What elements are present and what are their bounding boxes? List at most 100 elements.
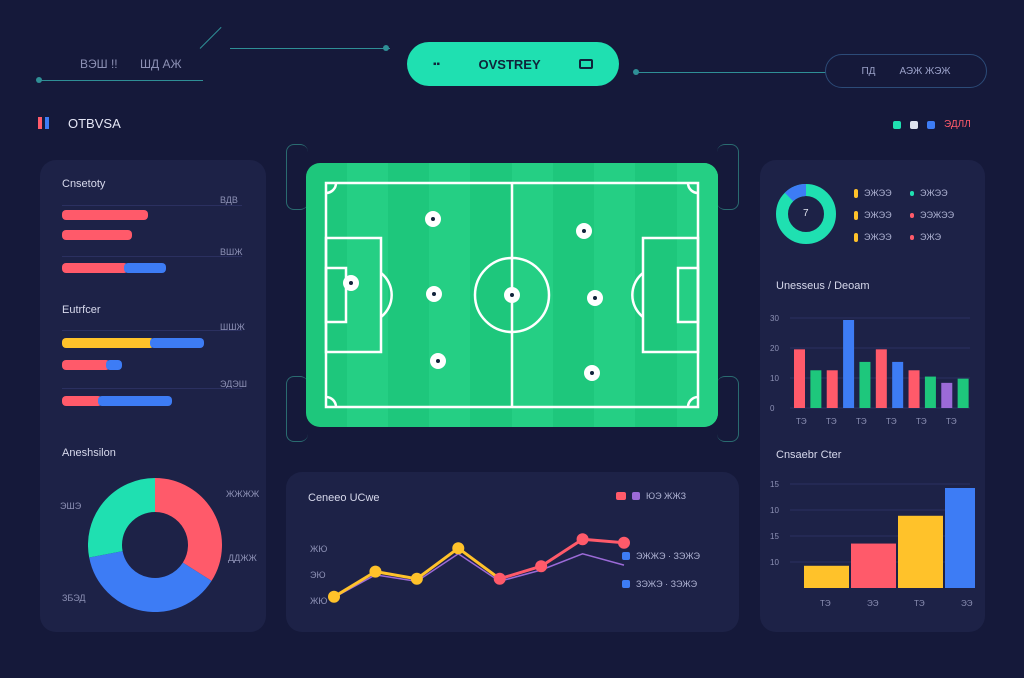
right-legend: ЭЖЭЭ ЭЖЭЭ ЭЖЭЭ ЭЭЖЭЭ ЭЖЭЭ ЭЖЭ [854,188,954,242]
line-point[interactable] [493,572,506,585]
legend-swatch [910,190,914,196]
divider [62,205,242,206]
overview-label: OVSTREY [478,56,541,72]
window-icon [579,59,593,69]
player-marker[interactable] [425,211,441,227]
bar-4 [62,338,242,348]
y-tick: ЭЮ [310,570,326,580]
line-point[interactable] [576,533,589,546]
bar[interactable] [945,488,975,588]
legend-text: ЭЖЭЭ [920,188,948,198]
bar[interactable] [892,361,904,408]
header-dot-left [36,77,42,83]
line-point[interactable] [535,560,548,573]
legend-text: ЭЖЭЭ [864,210,892,220]
line-series-segment [457,546,501,581]
y-tick-label: 15 [770,532,779,541]
donut-label-right-mid: ДДЖЖ [228,553,257,563]
y-tick: ЖЮ [310,544,328,554]
x-tick-label: ТЭ [914,599,925,608]
x-tick-label: ТЭ [820,599,831,608]
x-tick-label: ЭЭ [961,599,973,608]
bar[interactable] [826,370,838,408]
section1-v1: ВДВ [220,195,238,205]
player-marker[interactable] [584,365,600,381]
bar[interactable] [859,361,871,408]
button-left-icon: ▪▪ [433,58,441,70]
brand-logo-icon [38,117,42,129]
overview-button[interactable]: ▪▪ OVSTREY [407,42,619,86]
line-point[interactable] [328,590,340,603]
soccer-field[interactable] [306,163,718,427]
divider [62,256,242,257]
bracket-br [717,376,739,442]
y-tick-label: 15 [770,480,779,489]
bar[interactable] [875,349,887,408]
left-donut-chart [88,478,222,612]
y-tick: ЖЮ [310,596,328,606]
player-marker[interactable] [504,287,520,303]
section3-title: Aneshsilon [62,447,116,459]
legend-swatch [910,212,914,218]
section2-title: Eutrfcer [62,304,101,316]
bar[interactable] [804,565,849,588]
donut-slice [89,550,212,612]
bar-5 [62,360,242,370]
player-marker[interactable] [587,290,603,306]
bar[interactable] [941,382,953,408]
header-dot-right-2 [633,69,639,75]
bracket-bl [286,376,308,442]
player-marker[interactable] [430,353,446,369]
bar-chart-1: 30 20 10 0 ТЭ ТЭ ТЭ ТЭ ТЭ ТЭ [770,314,970,426]
bar-3 [62,263,242,273]
donut-slice [154,478,222,581]
line-point[interactable] [618,536,630,549]
header-label-b: ШД АЖ [140,57,182,71]
bar[interactable] [898,515,943,588]
line-chart-title: Ceneeo UCwe [308,492,380,504]
small-donut-label: 7 [803,208,809,219]
divider [62,330,242,331]
header-right-pill[interactable]: ПД АЭЖ ЖЭЖ [825,54,987,88]
player-marker[interactable] [426,286,442,302]
header-right-b: АЭЖ ЖЭЖ [899,65,951,77]
x-tick-label: ТЭ [796,417,807,426]
header-label-a: ВЭШ !! [80,57,118,71]
player-marker[interactable] [576,223,592,239]
divider [62,388,242,389]
bar1-title: Unesseus / Deoam [776,280,870,292]
y-tick-label: 20 [770,344,779,353]
header-line-right [636,72,826,73]
bar[interactable] [908,370,920,408]
player-marker[interactable] [343,275,359,291]
x-tick-label: ЭЭ [867,599,879,608]
donut-slice [88,478,156,558]
legend-swatch [854,210,858,220]
bar[interactable] [810,370,822,408]
bar[interactable] [957,378,969,408]
bar-chart-2: 15 10 15 10 ТЭ ЭЭ ТЭ ЭЭ [770,480,975,608]
legend-purple [632,492,640,500]
bar[interactable] [843,320,855,408]
line-legend-top: ЮЭ ЖЖЗ [616,491,686,501]
legend-top-text: ЮЭ ЖЖЗ [646,491,687,501]
y-tick-label: 10 [770,506,779,515]
line-point[interactable] [410,572,423,585]
x-tick-label: ТЭ [856,417,867,426]
bar[interactable] [851,543,896,588]
line-chart-panel: Ceneeo UCwe ЮЭ ЖЖЗ ЭЖЖЭ · ЗЭЖЭ ЗЭЖЭ · ЗЭ… [286,472,739,632]
bar[interactable] [924,376,936,408]
header-dot-right [383,45,389,51]
bar2-title: Cnsaebr Cter [776,449,842,461]
legend-row: ЭЖЭЭ ЭЭЖЭЭ [854,210,954,220]
x-tick-label: ТЭ [826,417,837,426]
x-tick-label: ТЭ [886,417,897,426]
legend-white [910,120,918,129]
bar-2 [62,230,242,240]
y-tick-label: 30 [770,314,779,323]
header-right-a: ПД [861,65,876,77]
bar[interactable] [794,349,805,408]
legend-text: ЭЖЭЭ [864,188,892,198]
line-point[interactable] [369,565,382,578]
line-point[interactable] [452,542,465,555]
